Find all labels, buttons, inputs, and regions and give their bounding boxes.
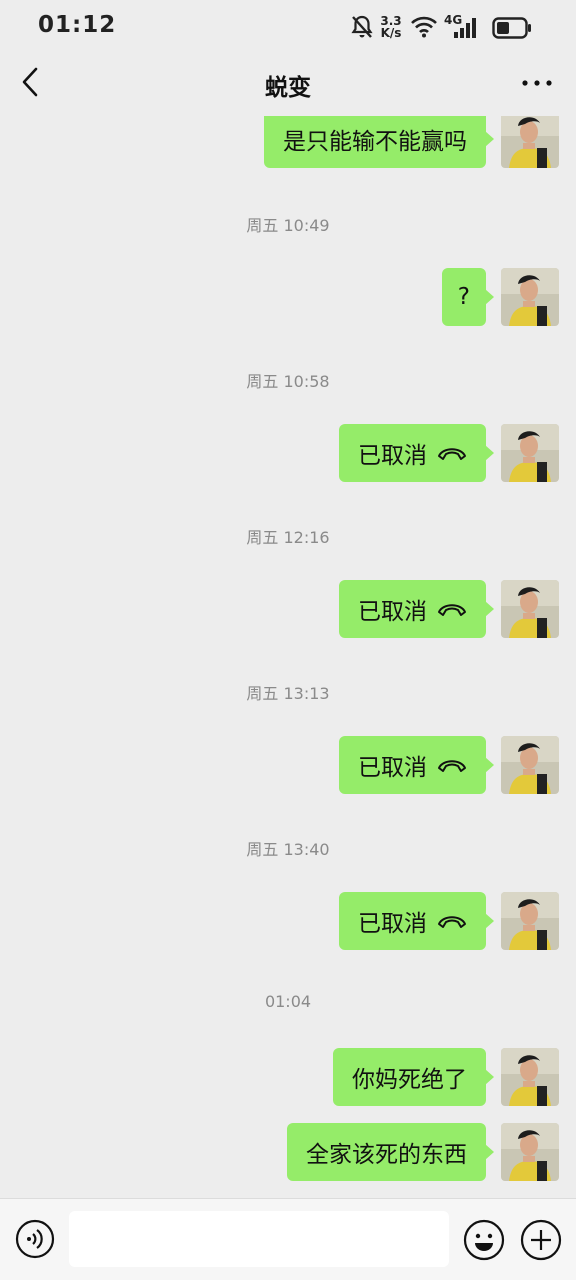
voice-input-icon[interactable] (15, 1219, 55, 1259)
message-text: 已取消 (358, 599, 427, 625)
message-timestamp: 周五 13:13 (246, 684, 330, 703)
message-bubble[interactable]: 已取消 (339, 580, 494, 638)
avatar[interactable] (501, 116, 559, 168)
message-timestamp: 周五 10:49 (246, 216, 330, 235)
message-text: 你妈死绝了 (352, 1067, 467, 1093)
add-more-icon[interactable] (520, 1219, 562, 1261)
message-row: 已取消 (0, 424, 576, 482)
avatar[interactable] (501, 1048, 559, 1106)
message-row: 已取消 (0, 580, 576, 638)
message-row: 已取消 (0, 736, 576, 794)
hangup-phone-icon (438, 760, 466, 772)
avatar[interactable] (501, 580, 559, 638)
status-bar: 01:12 3.3 K/s 4G (0, 0, 576, 54)
more-options-icon[interactable] (520, 68, 554, 98)
nav-bar: 蜕变 (0, 54, 576, 116)
wifi-icon (411, 16, 437, 38)
message-text: 已取消 (358, 443, 427, 469)
message-input[interactable] (69, 1211, 449, 1267)
net-speed: 3.3 K/s (380, 14, 402, 40)
message-bubble[interactable]: 你妈死绝了 (333, 1048, 494, 1106)
message-timestamp: 周五 13:40 (246, 840, 330, 859)
message-row: 是只能输不能赢吗 (0, 116, 576, 174)
hangup-phone-icon (438, 916, 466, 928)
message-text: 已取消 (358, 755, 427, 781)
status-time: 01:12 (38, 12, 117, 38)
hangup-phone-icon (438, 448, 466, 460)
message-text: 是只能输不能赢吗 (283, 129, 467, 155)
message-bubble[interactable]: 是只能输不能赢吗 (264, 116, 494, 168)
emoji-icon[interactable] (463, 1219, 505, 1261)
message-timestamp: 周五 10:58 (246, 372, 330, 391)
status-icons: 3.3 K/s 4G (350, 12, 540, 42)
message-text: 全家该死的东西 (306, 1142, 467, 1168)
message-bubble[interactable]: ? (441, 268, 495, 326)
message-bubble[interactable]: 已取消 (339, 424, 494, 482)
chat-title: 蜕变 (265, 75, 311, 101)
message-timestamp: 周五 12:16 (246, 528, 330, 547)
avatar[interactable] (501, 736, 559, 794)
chat-history[interactable]: 是只能输不能赢吗 周五 10:49 ? 周五 10:58 已取消 周五 12:1… (0, 116, 576, 1198)
message-row: 你妈死绝了 (0, 1048, 576, 1106)
message-text: ? (457, 284, 470, 310)
avatar[interactable] (501, 268, 559, 326)
message-bubble[interactable]: 全家该死的东西 (287, 1123, 494, 1181)
message-timestamp: 01:04 (264, 992, 312, 1011)
input-bar (0, 1198, 576, 1280)
message-row: 已取消 (0, 892, 576, 950)
battery-icon (492, 17, 531, 39)
mute-bell-icon (351, 15, 373, 38)
message-bubble[interactable]: 已取消 (339, 892, 494, 950)
hangup-phone-icon (438, 604, 466, 616)
message-text: 已取消 (358, 911, 427, 937)
avatar[interactable] (501, 892, 559, 950)
message-bubble[interactable]: 已取消 (339, 736, 494, 794)
signal-icon (454, 18, 476, 38)
avatar[interactable] (501, 424, 559, 482)
message-row: ? (0, 268, 576, 326)
message-row: 全家该死的东西 (0, 1123, 576, 1181)
avatar[interactable] (501, 1123, 559, 1181)
